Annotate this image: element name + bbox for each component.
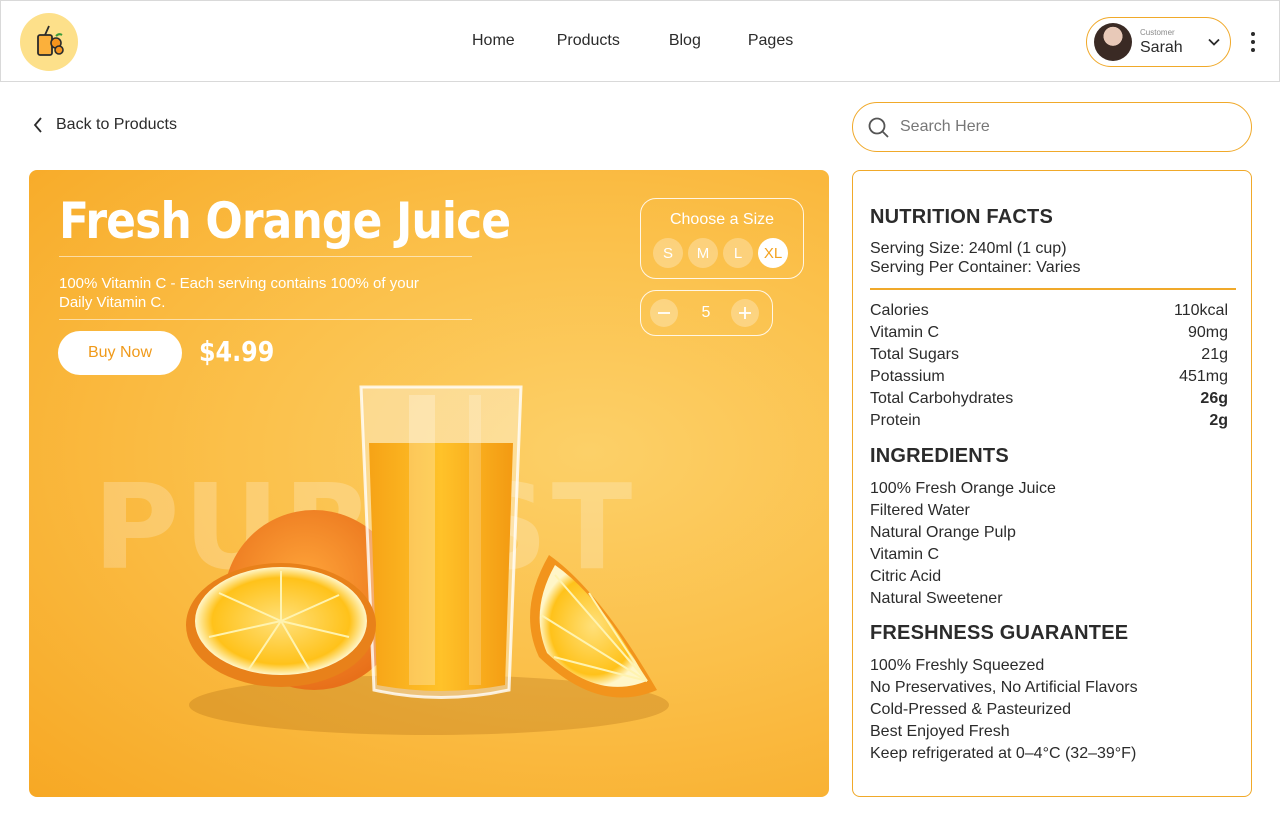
- size-option-xl[interactable]: XL: [758, 238, 788, 268]
- nutrition-row: Vitamin C 90mg: [870, 324, 1228, 341]
- size-option-l[interactable]: L: [723, 238, 753, 268]
- dot-icon: [1251, 32, 1255, 36]
- product-title: Fresh Orange Juice: [59, 192, 511, 250]
- product-hero: PUREST Fresh Orange Juice 100% Vitamin C…: [29, 170, 829, 797]
- ingredients-heading: INGREDIENTS: [870, 445, 1009, 467]
- buy-now-button[interactable]: Buy Now: [58, 331, 182, 375]
- nutrition-row: Calories 110kcal: [870, 302, 1228, 319]
- nutrition-row: Potassium 451mg: [870, 368, 1228, 385]
- back-to-products-link[interactable]: Back to Products: [32, 115, 177, 135]
- size-option-s[interactable]: S: [653, 238, 683, 268]
- search-icon: [868, 117, 889, 138]
- search-input[interactable]: [900, 115, 1230, 139]
- nutrition-row: Protein 2g: [870, 412, 1228, 429]
- main-nav: Home Products Blog Pages: [472, 32, 793, 50]
- dot-icon: [1251, 40, 1255, 44]
- nav-blog[interactable]: Blog: [669, 32, 701, 50]
- nav-pages[interactable]: Pages: [748, 32, 793, 50]
- nav-products[interactable]: Products: [557, 32, 620, 50]
- list-item: Citric Acid: [870, 568, 942, 585]
- orange-juice-product-image: [186, 385, 669, 735]
- list-item: 100% Freshly Squeezed: [870, 657, 1045, 674]
- nutrition-row: Total Sugars 21g: [870, 346, 1228, 363]
- more-options-button[interactable]: [1245, 32, 1261, 52]
- list-item: 100% Fresh Orange Juice: [870, 480, 1056, 497]
- list-item: Natural Orange Pulp: [870, 524, 1016, 541]
- user-name: Sarah: [1140, 39, 1183, 56]
- minus-icon: [658, 312, 670, 314]
- user-role: Customer: [1140, 28, 1175, 37]
- user-menu[interactable]: Customer Sarah: [1086, 17, 1231, 67]
- product-price: $4.99: [199, 335, 275, 368]
- freshness-list: 100% Freshly Squeezed No Preservatives, …: [870, 655, 1138, 765]
- avatar: [1094, 23, 1132, 61]
- nutrition-panel: NUTRITION FACTS Serving Size: 240ml (1 c…: [852, 170, 1252, 797]
- dot-icon: [1251, 48, 1255, 52]
- nutrition-facts-heading: NUTRITION FACTS: [870, 206, 1053, 228]
- freshness-heading: FRESHNESS GUARANTEE: [870, 622, 1129, 644]
- size-option-m[interactable]: M: [688, 238, 718, 268]
- top-navbar: Home Products Blog Pages Customer Sarah: [0, 0, 1280, 82]
- divider: [59, 256, 472, 257]
- list-item: Filtered Water: [870, 502, 970, 519]
- ingredients-list: 100% Fresh Orange Juice Filtered Water N…: [870, 478, 1056, 610]
- divider: [59, 319, 472, 320]
- serving-size: Serving Size: 240ml (1 cup): [870, 240, 1067, 257]
- serving-per-container: Serving Per Container: Varies: [870, 259, 1081, 276]
- size-label: Choose a Size: [669, 211, 775, 228]
- list-item: Vitamin C: [870, 546, 940, 563]
- brand-logo[interactable]: [20, 13, 78, 71]
- decrease-quantity-button[interactable]: [650, 299, 678, 327]
- product-description: 100% Vitamin C - Each serving contains 1…: [59, 275, 419, 311]
- list-item: Keep refrigerated at 0–4°C (32–39°F): [870, 745, 1137, 762]
- increase-quantity-button[interactable]: [731, 299, 759, 327]
- chevron-down-icon: [1208, 38, 1220, 46]
- quantity-value: 5: [701, 304, 711, 321]
- juice-cup-icon: [37, 25, 64, 56]
- nav-home[interactable]: Home: [472, 32, 515, 50]
- divider: [870, 288, 1236, 290]
- list-item: No Preservatives, No Artificial Flavors: [870, 679, 1138, 696]
- chevron-left-icon: [33, 117, 42, 133]
- list-item: Natural Sweetener: [870, 590, 1003, 607]
- list-item: Best Enjoyed Fresh: [870, 723, 1010, 740]
- list-item: Cold-Pressed & Pasteurized: [870, 701, 1071, 718]
- nutrition-row: Total Carbohydrates 26g: [870, 390, 1228, 407]
- quantity-stepper: 5: [640, 290, 773, 336]
- size-selector: Choose a Size S M L XL: [640, 198, 804, 279]
- plus-icon: [739, 307, 751, 319]
- search-box: [852, 102, 1252, 152]
- back-label: Back to Products: [56, 116, 177, 133]
